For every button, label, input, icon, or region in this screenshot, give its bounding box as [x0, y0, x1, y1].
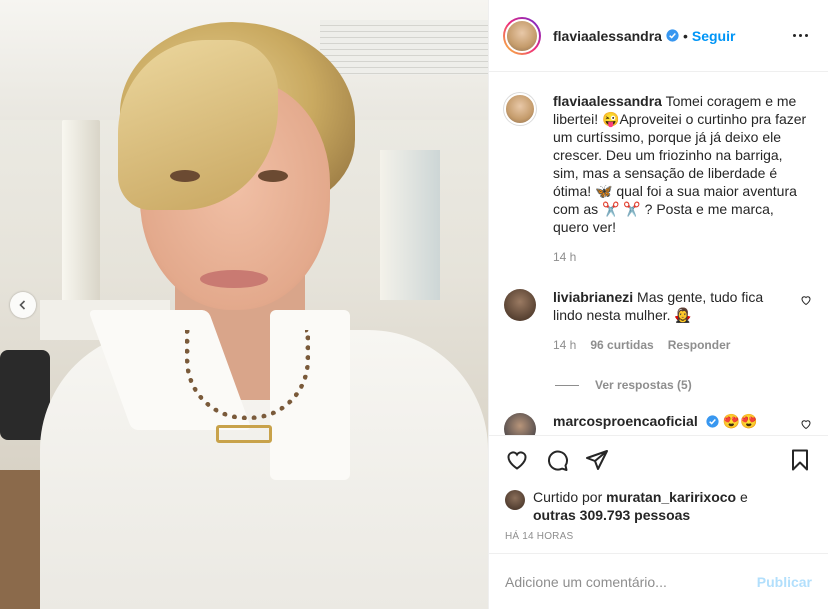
post-timestamp[interactable]: HÁ 14 HORAS	[489, 525, 828, 553]
comment-item: liviabrianezi Mas gente, tudo fica lindo…	[503, 288, 812, 354]
photo-subject	[258, 170, 288, 182]
author-username[interactable]: flaviaalessandra	[553, 28, 662, 44]
paper-plane-icon[interactable]	[585, 448, 609, 472]
post-header: flaviaalessandra • Seguir	[489, 0, 828, 72]
comment-like-heart-icon[interactable]	[800, 418, 812, 430]
verified-badge-icon	[666, 29, 679, 42]
likes-others[interactable]: outras 309.793 pessoas	[533, 507, 690, 523]
liker-avatar[interactable]	[505, 490, 525, 510]
view-replies-button[interactable]: Ver respostas (5)	[555, 378, 812, 392]
bookmark-icon[interactable]	[788, 448, 812, 472]
instagram-post: flaviaalessandra • Seguir flaviaalessand…	[0, 0, 828, 609]
action-icons	[505, 446, 812, 474]
separator-dot: •	[682, 27, 688, 44]
caption-text: Tomei coragem e me libertei! 😜Aproveitei…	[553, 93, 807, 235]
comment-item: marcosproencaoficial 😍😍	[503, 412, 812, 435]
caption-meta: 14 h	[553, 248, 812, 266]
comment-input[interactable]: Adicione um comentário...	[505, 574, 757, 590]
reply-button[interactable]: Responder	[668, 336, 731, 354]
view-replies-label: Ver respostas (5)	[595, 378, 692, 392]
heart-icon[interactable]	[505, 448, 529, 472]
follow-button[interactable]: Seguir	[692, 28, 736, 44]
comment-like-heart-icon[interactable]	[800, 294, 812, 306]
previous-photo-button[interactable]	[10, 292, 36, 318]
chevron-left-icon	[19, 300, 26, 310]
photo-subject	[170, 170, 200, 182]
post-actions: Curtido por muratan_karirixoco e outras …	[489, 435, 828, 523]
publish-button[interactable]: Publicar	[757, 574, 812, 590]
comment-avatar[interactable]	[503, 412, 537, 435]
comment-avatar[interactable]	[503, 288, 537, 322]
author-info: flaviaalessandra • Seguir	[553, 28, 735, 44]
comment-username[interactable]: marcosproencaoficial	[553, 413, 698, 429]
view-replies-line	[555, 384, 579, 386]
comment-text: 😍😍	[722, 413, 758, 429]
comment-username[interactable]: liviabrianezi	[553, 289, 633, 305]
photo-background	[320, 20, 488, 75]
photo-subject	[200, 270, 268, 288]
author-avatar[interactable]	[503, 16, 541, 55]
comment-likes[interactable]: 96 curtidas	[590, 336, 653, 354]
comments-list[interactable]: flaviaalessandra Tomei coragem e me libe…	[489, 72, 828, 435]
post-photo[interactable]	[0, 0, 488, 609]
likes-prefix: Curtido por	[533, 489, 603, 505]
caption-avatar[interactable]	[503, 92, 537, 126]
photo-subject	[216, 425, 272, 443]
photo-background	[62, 120, 100, 320]
comment-time[interactable]: 14 h	[553, 336, 576, 354]
add-comment-bar: Adicione um comentário... Publicar	[489, 553, 828, 609]
post-side-panel: flaviaalessandra • Seguir flaviaalessand…	[488, 0, 828, 609]
photo-background	[380, 150, 440, 300]
comment-icon[interactable]	[545, 448, 569, 472]
more-options-icon[interactable]	[788, 24, 812, 48]
liker-username[interactable]: muratan_karirixoco	[606, 489, 736, 505]
caption: flaviaalessandra Tomei coragem e me libe…	[503, 92, 812, 266]
caption-username[interactable]: flaviaalessandra	[553, 93, 662, 109]
verified-badge-icon	[706, 415, 719, 428]
caption-time[interactable]: 14 h	[553, 248, 576, 266]
likes-summary: Curtido por muratan_karirixoco e outras …	[505, 488, 812, 524]
likes-connector: e	[740, 489, 748, 505]
comment-meta: 14 h 96 curtidas Responder	[553, 336, 790, 354]
